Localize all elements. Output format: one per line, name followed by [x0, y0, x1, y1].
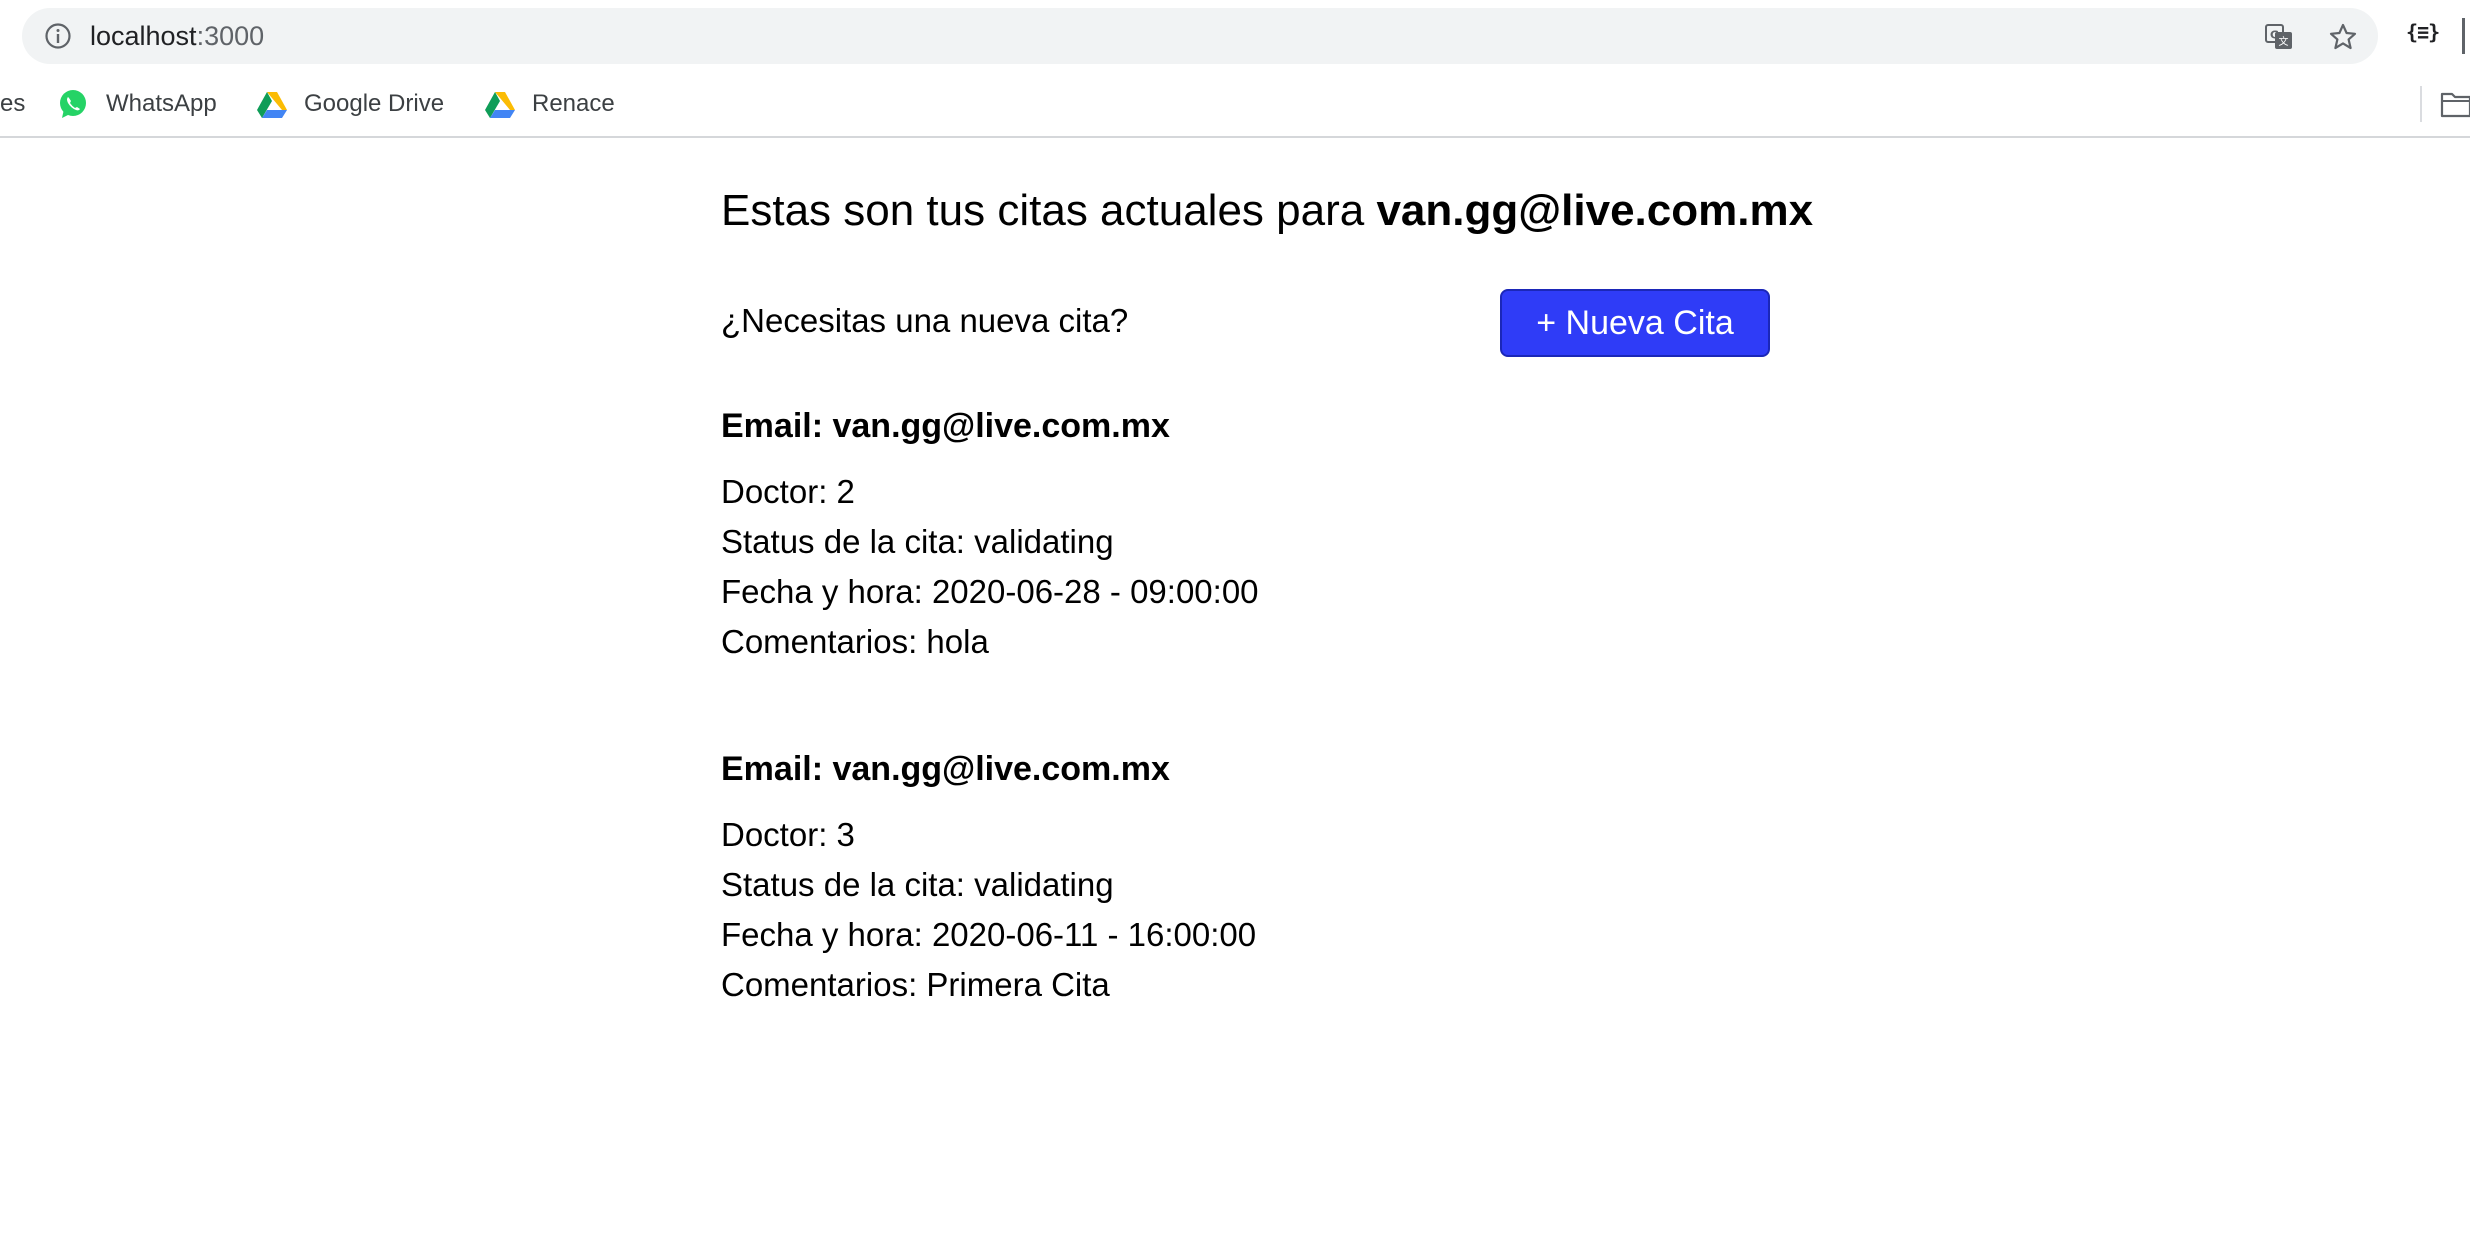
google-drive-icon	[257, 92, 287, 118]
info-icon[interactable]	[44, 22, 72, 50]
bookmark-whatsapp[interactable]: WhatsApp	[106, 72, 217, 136]
bookmark-label: Renace	[532, 90, 615, 117]
bookmarks-bar: es WhatsApp Google Drive Renace	[0, 72, 2470, 138]
new-appointment-prompt: ¿Necesitas una nueva cita?	[721, 302, 1129, 339]
translate-icon[interactable]: G 文	[2264, 22, 2294, 52]
bookmark-label: WhatsApp	[106, 90, 217, 117]
browser-toolbar: localhost:3000 G 文 {≡}	[0, 0, 2470, 72]
toolbar-divider	[2462, 18, 2465, 54]
appointment-datetime: Fecha y hora: 2020-06-28 - 09:00:00	[721, 573, 1259, 610]
appointment-doctor: Doctor: 3	[721, 816, 855, 853]
appointment-doctor: Doctor: 2	[721, 473, 855, 510]
bookmark-label: Google Drive	[304, 90, 445, 117]
page-title-email: van.gg@live.com.mx	[1376, 186, 1814, 235]
url-host: localhost	[90, 21, 197, 51]
appointment-comments: Comentarios: hola	[721, 623, 989, 660]
bookmarks-divider	[2420, 86, 2422, 122]
appointment-email: Email: van.gg@live.com.mx	[721, 407, 1170, 445]
folder-icon[interactable]	[2440, 90, 2470, 118]
bookmark-partial[interactable]: es	[0, 72, 25, 136]
bookmark-star-icon[interactable]	[2328, 22, 2358, 52]
appointment-status: Status de la cita: validating	[721, 523, 1114, 560]
page-title-prefix: Estas son tus citas actuales para	[721, 186, 1377, 235]
svg-text:文: 文	[2279, 35, 2289, 48]
appointment-card: Email: van.gg@live.com.mx Doctor: 2 Stat…	[721, 403, 1721, 667]
address-bar[interactable]: localhost:3000 G 文	[22, 8, 2378, 64]
bookmark-google-drive[interactable]: Google Drive	[304, 72, 444, 136]
url-port: :3000	[196, 21, 265, 51]
page-title: Estas son tus citas actuales para van.gg…	[721, 186, 1813, 236]
google-drive-icon	[485, 92, 515, 118]
appointment-card: Email: van.gg@live.com.mx Doctor: 3 Stat…	[721, 746, 1721, 1010]
bookmark-label: es	[0, 90, 26, 117]
appointment-email: Email: van.gg@live.com.mx	[721, 750, 1170, 788]
appointment-datetime: Fecha y hora: 2020-06-11 - 16:00:00	[721, 916, 1257, 953]
bookmark-renace[interactable]: Renace	[532, 72, 615, 136]
new-appointment-button[interactable]: + Nueva Cita	[1500, 289, 1770, 357]
url-text[interactable]: localhost:3000	[90, 8, 264, 64]
whatsapp-icon	[60, 90, 86, 118]
appointment-status: Status de la cita: validating	[721, 866, 1114, 903]
appointment-comments: Comentarios: Primera Cita	[721, 966, 1110, 1003]
extension-icon[interactable]: {≡}	[2406, 20, 2440, 44]
